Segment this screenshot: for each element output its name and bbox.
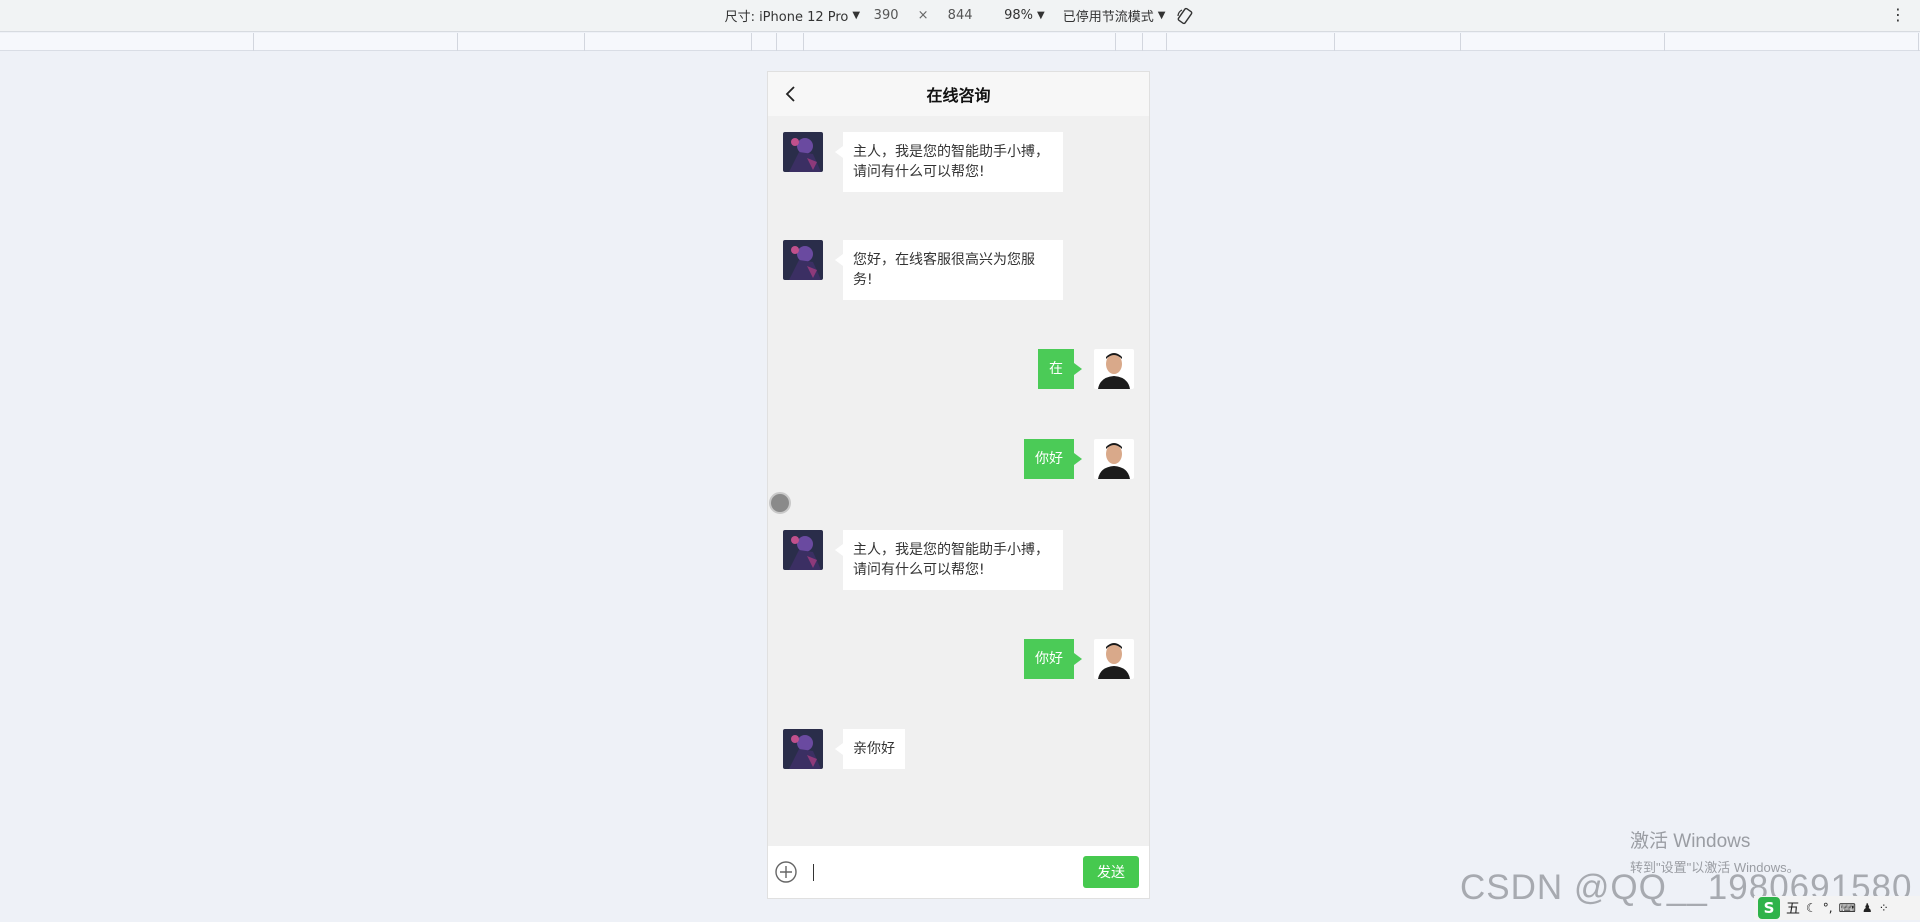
message-bubble: 在	[1038, 349, 1082, 389]
ime-mode[interactable]: 五	[1786, 898, 1800, 918]
ime-toolbar: S 五 ☾ °, ⌨ ♟ ⁘	[1754, 896, 1920, 920]
bot-avatar	[783, 530, 823, 570]
message-bubble: 你好	[1024, 639, 1082, 679]
bot-avatar	[783, 729, 823, 769]
keyboard-icon[interactable]: ⌨	[1839, 901, 1856, 915]
chevron-down-icon: ▼	[1037, 10, 1045, 21]
sogou-logo-icon[interactable]: S	[1758, 897, 1780, 919]
punctuation-icon[interactable]: °,	[1823, 901, 1833, 915]
device-select[interactable]: 尺寸: iPhone 12 Pro ▼	[725, 6, 861, 25]
message-input[interactable]	[808, 856, 1083, 888]
bot-avatar	[783, 132, 823, 172]
message-bubble: 亲你好	[835, 729, 905, 769]
message-right: 你好	[1024, 439, 1134, 479]
more-options-icon[interactable]: ⋮	[1890, 6, 1906, 24]
floating-drag-handle[interactable]	[769, 492, 791, 514]
nav-bar: 在线咨询	[768, 72, 1149, 116]
message-left: 您好，在线客服很高兴为您服务!	[783, 240, 1063, 300]
height-input[interactable]: 844	[934, 8, 986, 23]
message-right: 在	[1038, 349, 1134, 389]
user-icon[interactable]: ♟	[1862, 901, 1873, 915]
width-input[interactable]: 390	[860, 8, 912, 23]
message-composer: 发送	[768, 846, 1149, 898]
zoom-label: 98%	[1004, 8, 1033, 23]
moon-icon[interactable]: ☾	[1806, 901, 1817, 915]
add-attachment-icon[interactable]	[774, 860, 798, 884]
bot-avatar	[783, 240, 823, 280]
text-cursor	[813, 864, 814, 881]
message-left: 亲你好	[783, 729, 905, 769]
message-left: 主人，我是您的智能助手小搏，请问有什么可以帮您!	[783, 132, 1063, 192]
send-button[interactable]: 发送	[1083, 856, 1139, 888]
grid-icon[interactable]: ⁘	[1879, 901, 1889, 915]
user-avatar	[1094, 349, 1134, 389]
media-query-ruler	[0, 33, 1920, 51]
rotate-icon[interactable]	[1175, 6, 1195, 26]
user-avatar	[1094, 439, 1134, 479]
user-avatar	[1094, 639, 1134, 679]
chevron-down-icon: ▼	[1157, 10, 1166, 21]
chevron-down-icon: ▼	[852, 10, 861, 21]
device-label: 尺寸: iPhone 12 Pro	[724, 10, 849, 25]
phone-viewport: 在线咨询 主人，我是您的智能助手小搏，请问有什么可以帮您! 您好，在线客服很高兴…	[767, 71, 1150, 899]
activate-title: 激活 Windows	[1630, 831, 1751, 852]
throttle-label: 已停用节流模式	[1062, 10, 1154, 25]
device-toolbar: 尺寸: iPhone 12 Pro ▼ 390 × 844 98% ▼ 已停用节…	[0, 0, 1920, 32]
throttle-select[interactable]: 已停用节流模式 ▼	[1063, 6, 1166, 25]
message-right: 你好	[1024, 639, 1134, 679]
message-bubble: 主人，我是您的智能助手小搏，请问有什么可以帮您!	[835, 132, 1063, 192]
message-bubble: 你好	[1024, 439, 1082, 479]
back-arrow-icon[interactable]	[780, 83, 802, 105]
dimension-separator: ×	[917, 8, 929, 23]
message-left: 主人，我是您的智能助手小搏，请问有什么可以帮您!	[783, 530, 1063, 590]
page-title: 在线咨询	[926, 86, 991, 105]
zoom-select[interactable]: 98% ▼	[1004, 8, 1045, 23]
message-bubble: 主人，我是您的智能助手小搏，请问有什么可以帮您!	[835, 530, 1063, 590]
message-bubble: 您好，在线客服很高兴为您服务!	[835, 240, 1063, 300]
